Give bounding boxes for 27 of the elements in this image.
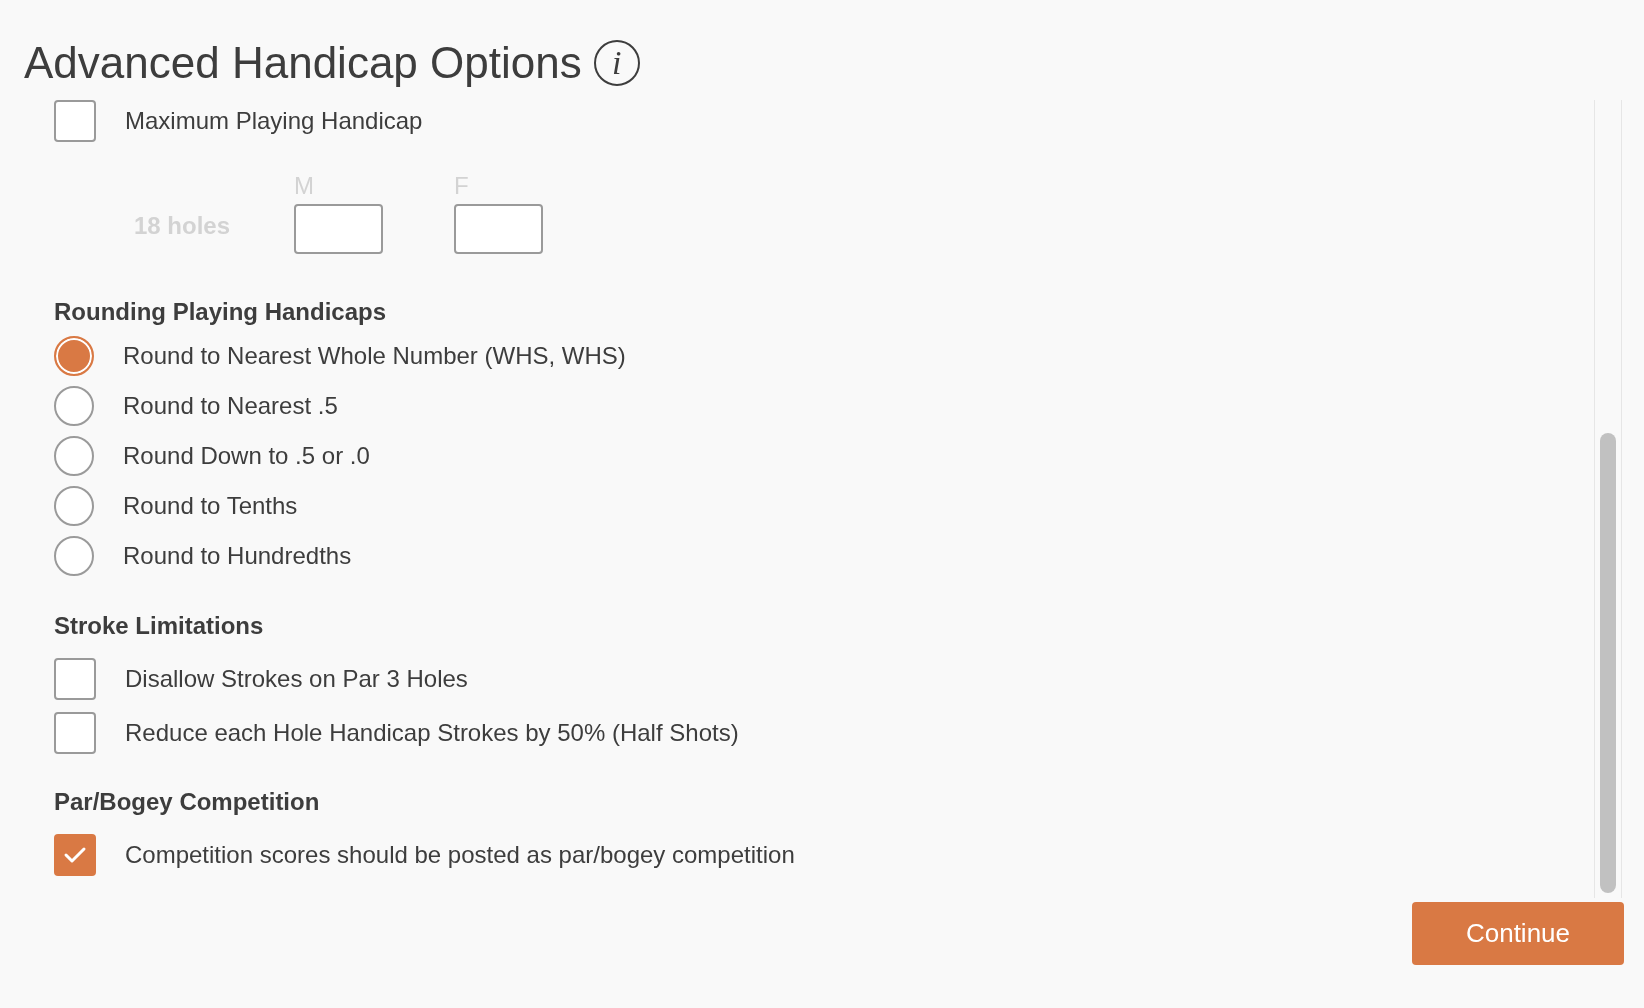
checkbox[interactable] [54,100,96,142]
section-heading: Stroke Limitations [54,611,265,641]
radio-label: Round to Tenths [123,491,298,521]
radio-button[interactable] [54,386,94,426]
radio-label: Round to Nearest Whole Number (WHS, WHS) [123,341,626,371]
checkbox[interactable] [54,658,96,700]
radio-button[interactable] [54,436,94,476]
section-heading: Par/Bogey Competition [54,787,321,817]
radio-button[interactable] [54,486,94,526]
checkbox-label: Maximum Playing Handicap [125,106,423,136]
scrollbar-thumb[interactable] [1600,433,1616,893]
checkbox[interactable] [54,834,96,876]
checkbox-label: Disallow Strokes on Par 3 Holes [125,664,468,694]
check-icon [63,846,87,864]
radio-button[interactable] [54,336,94,376]
radio-button[interactable] [54,536,94,576]
radio-label: Round Down to .5 or .0 [123,441,370,471]
input-field[interactable] [294,204,383,254]
radio-label: Round to Hundredths [123,541,352,571]
checkbox[interactable] [54,712,96,754]
info-icon[interactable]: i [593,40,640,86]
page-title: Advanced Handicap Options [24,41,582,85]
input-field[interactable] [454,204,543,254]
radio-label: Round to Nearest .5 [123,391,338,421]
checkbox-label: Reduce each Hole Handicap Strokes by 50% (Half Shots) [125,718,739,748]
checkbox-label: Competition scores should be posted as par/bogey competition [125,840,795,870]
section-heading: Rounding Playing Handicaps [54,297,388,327]
